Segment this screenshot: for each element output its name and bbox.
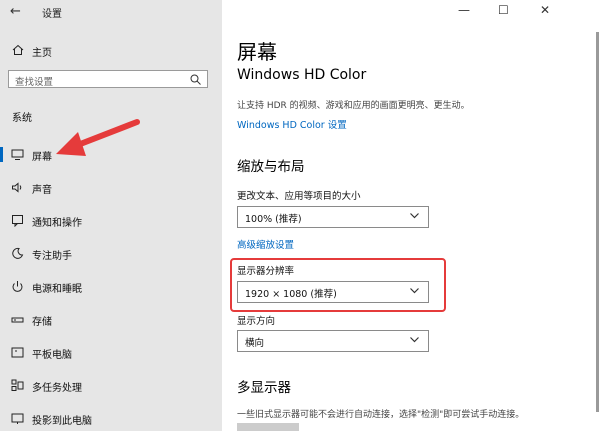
sidebar-item-label: 声音 bbox=[32, 185, 52, 196]
resolution-value: 1920 × 1080 (推荐) bbox=[245, 289, 337, 300]
speaker-icon bbox=[12, 182, 22, 193]
resolution-dropdown[interactable]: 1920 × 1080 (推荐) bbox=[237, 281, 429, 303]
selection-indicator bbox=[0, 147, 3, 162]
sidebar-item-label: 通知和操作 bbox=[32, 218, 82, 229]
orientation-value: 横向 bbox=[245, 338, 265, 349]
maximize-icon[interactable]: ☐ bbox=[498, 3, 509, 17]
moon-icon bbox=[12, 247, 24, 259]
sidebar-item-project[interactable]: 投影到此电脑 bbox=[0, 403, 222, 433]
sidebar-item-tablet[interactable]: 平板电脑 bbox=[0, 337, 222, 367]
storage-icon bbox=[11, 317, 24, 323]
sidebar: ← 设置 主页 查找设置 系统 屏幕 声音 通知和操作 专注助手 电源和睡眠 存… bbox=[0, 0, 222, 431]
sidebar-item-label: 平板电脑 bbox=[32, 350, 72, 361]
close-icon[interactable]: ✕ bbox=[540, 3, 550, 17]
sidebar-item-notifications[interactable]: 通知和操作 bbox=[0, 205, 222, 235]
multi-display-title: 多显示器 bbox=[237, 380, 291, 396]
annotation-arrow-icon bbox=[56, 119, 140, 156]
minimize-icon[interactable]: — bbox=[458, 3, 470, 17]
search-placeholder: 查找设置 bbox=[15, 77, 54, 88]
orientation-label: 显示方向 bbox=[237, 316, 276, 327]
sidebar-item-label: 投影到此电脑 bbox=[32, 416, 92, 427]
chevron-down-icon bbox=[410, 337, 419, 343]
app-title: 设置 bbox=[42, 9, 62, 20]
chevron-down-icon bbox=[410, 213, 419, 219]
page-title: 屏幕 bbox=[237, 40, 277, 64]
sidebar-item-storage[interactable]: 存储 bbox=[0, 304, 222, 334]
sidebar-item-display[interactable]: 屏幕 bbox=[0, 139, 222, 169]
chevron-down-icon bbox=[410, 288, 419, 294]
scale-dropdown[interactable]: 100% (推荐) bbox=[237, 206, 429, 228]
hd-color-settings-link[interactable]: Windows HD Color 设置 bbox=[237, 117, 347, 131]
multi-display-description: 一些旧式显示器可能不会进行自动连接，选择"检测"即可尝试手动连接。 bbox=[237, 410, 525, 420]
sidebar-item-label: 存储 bbox=[32, 317, 52, 328]
window-controls: — ☐ ✕ bbox=[450, 0, 600, 24]
scale-layout-title: 缩放与布局 bbox=[237, 159, 305, 175]
detect-button[interactable] bbox=[237, 423, 299, 431]
back-arrow-icon[interactable]: ← bbox=[10, 4, 21, 19]
sidebar-item-label: 主页 bbox=[32, 48, 52, 59]
advanced-scaling-link[interactable]: 高级缩放设置 bbox=[237, 237, 294, 251]
tablet-icon bbox=[11, 347, 24, 358]
multitask-icon bbox=[11, 379, 24, 391]
hd-color-title: Windows HD Color bbox=[237, 67, 367, 83]
scale-label: 更改文本、应用等项目的大小 bbox=[237, 191, 361, 202]
sidebar-item-focus-assist[interactable]: 专注助手 bbox=[0, 238, 222, 268]
sidebar-item-label: 多任务处理 bbox=[32, 383, 82, 394]
scrollbar[interactable] bbox=[596, 32, 599, 412]
sidebar-item-label: 专注助手 bbox=[32, 251, 72, 262]
notification-icon bbox=[12, 215, 23, 227]
titlebar-left: ← 设置 bbox=[0, 0, 222, 24]
sidebar-item-home[interactable]: 主页 bbox=[0, 40, 222, 62]
resolution-label: 显示器分辨率 bbox=[237, 266, 295, 277]
search-input[interactable]: 查找设置 bbox=[8, 70, 208, 88]
orientation-dropdown[interactable]: 横向 bbox=[237, 330, 429, 352]
sidebar-item-multitasking[interactable]: 多任务处理 bbox=[0, 370, 222, 400]
scale-value: 100% (推荐) bbox=[245, 214, 302, 225]
sidebar-item-label: 电源和睡眠 bbox=[32, 284, 82, 295]
monitor-icon bbox=[11, 149, 24, 160]
sidebar-item-power[interactable]: 电源和睡眠 bbox=[0, 271, 222, 301]
group-label: 系统 bbox=[12, 113, 32, 124]
search-icon[interactable] bbox=[190, 74, 201, 85]
sidebar-item-label: 屏幕 bbox=[32, 152, 52, 163]
sidebar-item-sound[interactable]: 声音 bbox=[0, 172, 222, 202]
hd-color-description: 让支持 HDR 的视频、游戏和应用的画面更明亮、更生动。 bbox=[237, 101, 470, 111]
power-icon bbox=[12, 281, 23, 292]
project-icon bbox=[11, 413, 24, 424]
home-icon bbox=[12, 44, 24, 55]
